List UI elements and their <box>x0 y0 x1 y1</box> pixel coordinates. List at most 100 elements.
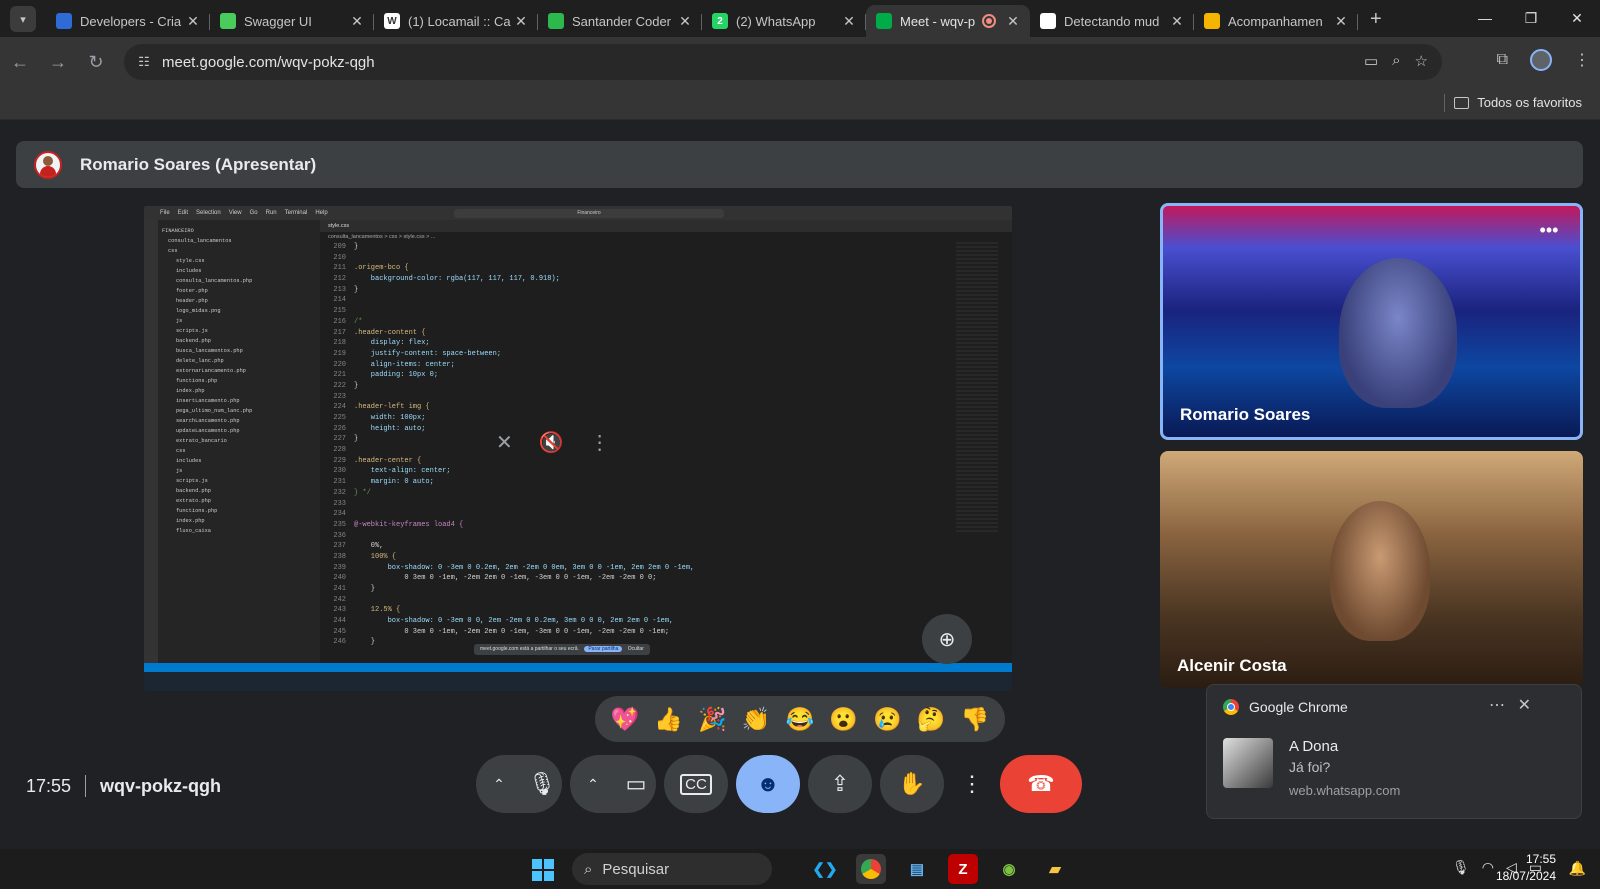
close-tab-icon[interactable]: ✕ <box>676 13 694 30</box>
code-line: 241 } <box>333 585 376 593</box>
reaction-button[interactable]: 👎 <box>955 706 995 733</box>
reaction-button[interactable]: 🤔 <box>911 706 951 733</box>
filezilla-taskbar-icon[interactable]: Z <box>948 854 978 884</box>
microphone-tray-icon[interactable]: 🎙 <box>1452 859 1470 876</box>
participant-tile-romario[interactable]: ••• Romario Soares <box>1160 203 1583 440</box>
camera-button[interactable]: ▭ <box>616 755 656 813</box>
tab-search-button[interactable]: ▾ <box>10 6 36 32</box>
more-options-button[interactable]: ⋮ <box>952 755 992 813</box>
presentation-hover-controls: ✕ 🔇 ⋮ <box>496 430 610 455</box>
search-icon: ⌕ <box>584 860 593 878</box>
meeting-code[interactable]: wqv-pokz-qgh <box>100 776 221 797</box>
system-clock[interactable]: 17:55 18/07/2024 <box>1496 851 1556 885</box>
bookmark-star-icon[interactable]: ☆ <box>1415 52 1428 70</box>
tab-title: (1) Locamail :: Ca <box>408 13 511 29</box>
notification-bell-icon[interactable]: 🔔 <box>1569 860 1586 877</box>
heidisql-taskbar-icon[interactable]: ◉ <box>994 854 1024 884</box>
camera-in-use-icon[interactable]: ▭ <box>1364 52 1378 70</box>
notepad-taskbar-icon[interactable]: ▤ <box>902 854 932 884</box>
reaction-button[interactable]: 😂 <box>780 706 820 733</box>
raise-hand-button[interactable]: ✋ <box>880 755 944 813</box>
explorer-item: index.php <box>176 388 205 394</box>
unpin-icon[interactable]: ✕ <box>496 430 513 455</box>
vscode-taskbar-icon[interactable]: ❮❯ <box>810 854 840 884</box>
zoom-in-icon[interactable]: ⊕ <box>922 614 972 664</box>
close-tab-icon[interactable]: ✕ <box>1168 13 1186 30</box>
reaction-button[interactable]: 👍 <box>649 706 689 733</box>
browser-tab[interactable]: Santander Coder ✕ <box>538 5 702 37</box>
back-button[interactable]: ← <box>2 52 38 73</box>
taskbar-search[interactable]: ⌕ Pesquisar <box>572 853 772 885</box>
explorer-item: busca_lancamentos.php <box>176 348 243 354</box>
mute-audio-icon[interactable]: 🔇 <box>539 430 564 455</box>
browser-tab[interactable]: W (1) Locamail :: Ca ✕ <box>374 5 538 37</box>
reaction-button[interactable]: 😢 <box>867 706 907 733</box>
developers-icon <box>56 13 72 29</box>
explorer-item: fluxo_caixa <box>176 528 211 534</box>
file-explorer-taskbar-icon[interactable]: ▰ <box>1040 854 1070 884</box>
address-bar[interactable]: ☷ meet.google.com/wqv-pokz-qgh ▭ ⌕ ☆ <box>124 44 1442 80</box>
explorer-item: scripts.js <box>176 478 208 484</box>
more-vert-icon: ⋮ <box>961 771 983 796</box>
chrome-taskbar-icon[interactable] <box>856 854 886 884</box>
close-tab-icon[interactable]: ✕ <box>512 13 530 30</box>
captions-button[interactable]: CC <box>664 755 728 813</box>
minimize-button[interactable]: — <box>1462 0 1508 36</box>
browser-tab[interactable]: Acompanhamen ✕ <box>1194 5 1358 37</box>
browser-tab[interactable]: Swagger UI ✕ <box>210 5 374 37</box>
explorer-item: insertLancamento.php <box>176 398 240 404</box>
close-tab-icon[interactable]: ✕ <box>348 13 366 30</box>
site-info-icon[interactable]: ☷ <box>134 52 154 72</box>
browser-tab[interactable]: 2 (2) WhatsApp ✕ <box>702 5 866 37</box>
reload-button[interactable]: ↻ <box>78 52 114 73</box>
close-tab-icon[interactable]: ✕ <box>1004 13 1022 30</box>
share-stop-label: Parar partilha <box>584 646 623 652</box>
captions-icon: CC <box>680 773 712 795</box>
code-line: 211 .origem-bco { <box>333 264 409 273</box>
reaction-button[interactable]: 😮 <box>824 706 864 733</box>
participant-name: Romario Soares <box>1180 405 1311 424</box>
chevron-up-icon[interactable]: ⌃ <box>476 776 522 793</box>
more-options-icon[interactable]: ⋮ <box>590 430 610 455</box>
close-icon[interactable]: ✕ <box>1518 695 1531 715</box>
code-line: 209} <box>333 243 359 251</box>
restore-button[interactable]: ❐ <box>1508 0 1554 36</box>
new-tab-button[interactable]: + <box>1370 8 1382 31</box>
browser-menu-icon[interactable]: ⋮ <box>1574 50 1590 70</box>
present-button[interactable]: ⇪ <box>808 755 872 813</box>
wifi-icon[interactable]: ◠ <box>1482 859 1494 876</box>
code-line: 234 <box>333 510 346 519</box>
reaction-button[interactable]: 👏 <box>736 706 776 733</box>
reaction-button[interactable]: 💖 <box>605 706 645 733</box>
url-text: meet.google.com/wqv-pokz-qgh <box>162 53 375 71</box>
notification-header: Google Chrome <box>1223 699 1348 715</box>
microphone-button[interactable]: 🎙 <box>522 755 562 813</box>
all-bookmarks-button[interactable]: Todos os favoritos <box>1454 95 1582 110</box>
reactions-button[interactable]: ☻ <box>736 755 800 813</box>
close-window-button[interactable]: ✕ <box>1554 0 1600 36</box>
participant-tile-alcenir[interactable]: Alcenir Costa <box>1160 451 1583 688</box>
more-horiz-icon[interactable]: ⋯ <box>1489 695 1505 715</box>
forward-button[interactable]: → <box>40 52 76 73</box>
extensions-icon[interactable]: ⧉ <box>1497 51 1508 69</box>
browser-tab[interactable]: Developers - Cria ✕ <box>46 5 210 37</box>
zoom-icon[interactable]: ⌕ <box>1392 52 1400 70</box>
close-tab-icon[interactable]: ✕ <box>840 13 858 30</box>
browser-tab[interactable]: Detectando mud ✕ <box>1030 5 1194 37</box>
chevron-up-icon[interactable]: ⌃ <box>570 776 616 793</box>
chrome-notification[interactable]: Google Chrome ⋯ ✕ A Dona Já foi? web.wha… <box>1206 684 1582 819</box>
browser-tab[interactable]: Meet - wqv-p ✕ <box>866 5 1030 37</box>
explorer-item: header.php <box>176 298 208 304</box>
leave-call-button[interactable]: ☎ <box>1000 755 1082 813</box>
windows-start-icon[interactable] <box>532 859 554 881</box>
close-tab-icon[interactable]: ✕ <box>1332 13 1350 30</box>
code-line: 226 height: auto; <box>333 424 426 433</box>
more-options-icon[interactable]: ••• <box>1534 218 1564 242</box>
explorer-item: includes <box>176 268 202 274</box>
shared-screen[interactable]: File Edit Selection View Go Run Terminal Help F… <box>144 206 1012 691</box>
code-line: 210 <box>333 253 346 262</box>
profile-avatar[interactable] <box>1530 49 1552 71</box>
reaction-button[interactable]: 🎉 <box>692 706 732 733</box>
close-tab-icon[interactable]: ✕ <box>184 13 202 30</box>
window-controls: — ❐ ✕ <box>1462 0 1600 36</box>
